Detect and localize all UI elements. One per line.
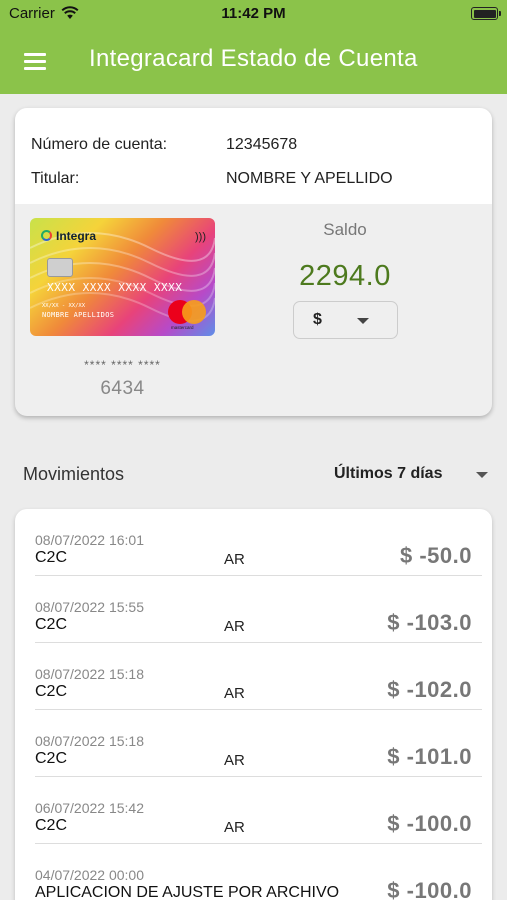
movement-amount: $ -101.0 <box>387 744 472 769</box>
chip-icon <box>47 258 73 277</box>
account-number-label: Número de cuenta: <box>31 136 168 153</box>
app-bar: Integracard Estado de Cuenta <box>0 28 507 94</box>
movement-date: 04/07/2022 00:00 <box>35 867 144 883</box>
movement-description: APLICACION DE AJUSTE POR ARCHIVO <box>35 884 340 900</box>
chevron-down-icon[interactable] <box>476 472 488 478</box>
card-network: mastercard <box>171 325 194 330</box>
movement-description: C2C <box>35 750 68 767</box>
movement-amount: $ -102.0 <box>387 677 472 702</box>
range-select[interactable]: Últimos 7 días <box>334 465 442 483</box>
movement-amount: $ -100.0 <box>387 811 472 836</box>
currency-value: $ <box>313 311 322 328</box>
movement-date: 08/07/2022 16:01 <box>35 532 144 548</box>
movement-description: C2C <box>35 817 68 834</box>
list-item[interactable]: 08/07/2022 16:01 C2C AR $ -50.0 <box>15 509 492 576</box>
movements-list: 08/07/2022 16:01 C2C AR $ -50.0 08/07/20… <box>15 509 492 900</box>
clock: 11:42 PM <box>221 5 286 22</box>
currency-select[interactable]: $ <box>293 301 398 339</box>
list-item[interactable]: 04/07/2022 00:00 APLICACION DE AJUSTE PO… <box>15 844 492 900</box>
balance-label: Saldo <box>323 220 367 239</box>
account-number-value: 12345678 <box>226 136 298 153</box>
list-item[interactable]: 08/07/2022 15:18 C2C AR $ -102.0 <box>15 643 492 710</box>
page-title: Integracard Estado de Cuenta <box>89 45 418 72</box>
mastercard-logo-icon <box>168 300 208 324</box>
account-card: Número de cuenta: 12345678 Titular: NOMB… <box>15 108 492 416</box>
movements-title: Movimientos <box>23 464 125 484</box>
movement-description: C2C <box>35 549 68 566</box>
card-brand: Integra <box>56 229 97 243</box>
movement-country: AR <box>224 685 245 702</box>
movement-date: 08/07/2022 15:55 <box>35 599 144 615</box>
integra-logo-icon <box>41 230 52 241</box>
holder-value: NOMBRE Y APELLIDO <box>226 170 393 187</box>
card-number: XXXX XXXX XXXX XXXX <box>47 281 183 294</box>
movement-description: C2C <box>35 683 68 700</box>
list-item[interactable]: 08/07/2022 15:55 C2C AR $ -103.0 <box>15 576 492 643</box>
credit-card-image: Integra ))) XXXX XXXX XXXX XXXX XX/XX - … <box>30 218 215 336</box>
movement-amount: $ -100.0 <box>387 878 472 900</box>
movement-date: 08/07/2022 15:18 <box>35 733 144 749</box>
movement-country: AR <box>224 819 245 836</box>
contactless-icon: ))) <box>195 231 206 243</box>
card-expiry: XX/XX - XX/XX <box>42 303 86 309</box>
card-masked-number: **** **** **** <box>84 358 161 372</box>
balance-value: 2294.0 <box>299 260 391 292</box>
movement-date: 06/07/2022 15:42 <box>35 800 144 816</box>
movement-date: 08/07/2022 15:18 <box>35 666 144 682</box>
card-last4: 6434 <box>100 378 145 399</box>
holder-label: Titular: <box>31 170 80 187</box>
list-item[interactable]: 08/07/2022 15:18 C2C AR $ -101.0 <box>15 710 492 777</box>
movement-country: AR <box>224 618 245 635</box>
menu-icon[interactable] <box>20 46 50 76</box>
status-bar: Carrier 11:42 PM <box>0 0 507 28</box>
list-item[interactable]: 06/07/2022 15:42 C2C AR $ -100.0 <box>15 777 492 844</box>
movement-amount: $ -50.0 <box>400 543 472 568</box>
account-info: Número de cuenta: 12345678 Titular: NOMB… <box>15 108 492 204</box>
card-name: NOMBRE APELLIDOS <box>42 311 115 319</box>
battery-icon <box>471 7 501 20</box>
movement-description: C2C <box>35 616 68 633</box>
movement-amount: $ -103.0 <box>387 610 472 635</box>
chevron-down-icon <box>357 318 369 324</box>
movement-country: AR <box>224 752 245 769</box>
movement-country: AR <box>224 551 245 568</box>
